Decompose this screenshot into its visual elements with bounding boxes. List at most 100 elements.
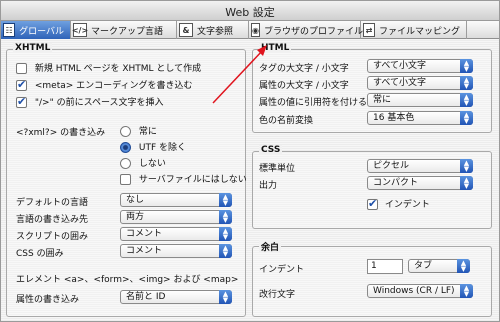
- write-meta-checkbox[interactable]: [16, 78, 27, 91]
- tab-browser-profile[interactable]: ◉ ブラウザのプロファイル: [249, 21, 363, 39]
- radio-except-utf-label: UTF を除く: [138, 143, 186, 153]
- select-arrows-icon: ▲ ▼: [460, 284, 473, 298]
- lang-dest-label: 言語の書き込み先: [16, 215, 89, 225]
- css-group-title: CSS: [259, 145, 283, 155]
- margin-indent-label: インデント: [259, 265, 305, 275]
- newline-select[interactable]: Windows (CR / LF) ▲ ▼: [367, 284, 473, 298]
- quote-select[interactable]: 常に ▲ ▼: [367, 93, 473, 107]
- tab-global[interactable]: ☷ グローバル: [1, 21, 71, 39]
- indent-type-value: タブ: [414, 261, 433, 271]
- color-name-value: 16 基本色: [373, 113, 415, 123]
- tab-markup[interactable]: </> マークアップ言語: [71, 21, 177, 39]
- select-arrows-icon: ▲ ▼: [460, 76, 473, 90]
- create-xhtml-label: 新規 HTML ページを XHTML として作成: [34, 64, 202, 74]
- unit-value: ピクセル: [373, 161, 410, 171]
- script-wrap-value: コメント: [126, 229, 163, 239]
- markup-icon: </>: [72, 23, 88, 37]
- tab-label: 文字参照: [197, 26, 234, 37]
- select-arrows-icon: ▲ ▼: [460, 111, 473, 125]
- select-arrows-icon: ▲ ▼: [219, 244, 232, 258]
- css-group: CSS 標準単位 ピクセル ▲▼ 出力 コンパクト ▲▼ インデント: [252, 145, 492, 229]
- css-indent-row[interactable]: インデント: [367, 197, 430, 210]
- css-wrap-value: コメント: [126, 246, 163, 256]
- tab-label: グローバル: [19, 26, 64, 37]
- select-arrows-icon: ▲ ▼: [460, 93, 473, 107]
- settings-window: Web 設定 ☷ グローバル </> マークアップ言語 & 文字参照 ◉ ブラウ…: [0, 0, 500, 322]
- create-xhtml-row[interactable]: 新規 HTML ページを XHTML として作成: [16, 61, 201, 74]
- css-wrap-select[interactable]: コメント ▲ ▼: [120, 244, 232, 258]
- css-indent-label: インデント: [384, 200, 430, 210]
- quote-value: 常に: [373, 95, 392, 105]
- window-title: Web 設定: [225, 6, 275, 19]
- unit-select[interactable]: ピクセル ▲ ▼: [367, 159, 473, 173]
- select-arrows-icon: ▲ ▼: [460, 159, 473, 173]
- css-indent-checkbox[interactable]: [367, 197, 378, 210]
- tab-file-mapping[interactable]: ⇄ ファイルマッピング: [361, 21, 467, 39]
- radio-always-label: 常に: [138, 127, 157, 137]
- tab-label: ファイルマッピング: [378, 26, 460, 37]
- html-group-title: HTML: [259, 43, 292, 53]
- quote-label: 属性の値に引用符を付ける: [259, 98, 368, 108]
- output-label: 出力: [259, 181, 278, 191]
- newline-label: 改行文字: [259, 290, 296, 300]
- tag-case-label: タグの大文字 / 小文字: [259, 64, 349, 74]
- lang-dest-select[interactable]: 両方 ▲ ▼: [120, 210, 232, 224]
- server-files-row[interactable]: サーバファイルにはしない: [120, 172, 247, 185]
- tag-case-select[interactable]: すべて小文字 ▲ ▼: [367, 59, 473, 73]
- html-group: HTML タグの大文字 / 小文字 すべて小文字 ▲ ▼ 属性の大文字 / 小文字…: [252, 43, 492, 133]
- attr-write-label: 属性の書き込み: [16, 295, 80, 305]
- radio-never-row[interactable]: しない: [120, 156, 166, 169]
- tab-bar: ☷ グローバル </> マークアップ言語 & 文字参照 ◉ ブラウザのプロファイ…: [1, 21, 499, 39]
- xhtml-group-title: XHTML: [13, 43, 53, 53]
- attr-write-value: 名前と ID: [126, 292, 166, 302]
- margin-group-title: 余白: [259, 240, 282, 253]
- output-value: コンパクト: [373, 178, 419, 188]
- attr-case-select[interactable]: すべて小文字 ▲ ▼: [367, 76, 473, 90]
- select-arrows-icon: ▲ ▼: [219, 227, 232, 241]
- select-arrows-icon: ▲ ▼: [460, 176, 473, 190]
- script-wrap-select[interactable]: コメント ▲ ▼: [120, 227, 232, 241]
- radio-always[interactable]: [120, 126, 131, 137]
- file-mapping-icon: ⇄: [363, 23, 375, 37]
- default-lang-label: デフォルトの言語: [16, 198, 89, 208]
- create-xhtml-checkbox[interactable]: [16, 63, 27, 74]
- color-name-label: 色の名前変換: [259, 116, 314, 126]
- write-meta-label: <meta> エンコーディングを書き込む: [34, 81, 193, 91]
- tab-char-ref[interactable]: & 文字参照: [177, 21, 249, 39]
- margin-group: 余白 インデント 1 タブ ▲ ▼ 改行文字 Windows (CR / LF) …: [252, 240, 492, 317]
- select-arrows-icon: ▲ ▼: [460, 59, 473, 73]
- write-meta-row[interactable]: <meta> エンコーディングを書き込む: [16, 78, 193, 91]
- xhtml-group: XHTML 新規 HTML ページを XHTML として作成 <meta> エン…: [6, 43, 247, 317]
- attr-case-label: 属性の大文字 / 小文字: [259, 81, 349, 91]
- default-lang-select[interactable]: なし ▲ ▼: [120, 193, 232, 207]
- title-bar: Web 設定: [1, 1, 499, 21]
- radio-except-utf-row[interactable]: UTF を除く: [120, 140, 186, 153]
- select-arrows-icon: ▲ ▼: [219, 290, 232, 304]
- lang-dest-value: 両方: [126, 212, 145, 222]
- select-arrows-icon: ▲ ▼: [219, 210, 232, 224]
- radio-except-utf[interactable]: [120, 142, 131, 153]
- tag-case-value: すべて小文字: [373, 61, 427, 71]
- attr-write-select[interactable]: 名前と ID ▲ ▼: [120, 290, 232, 304]
- xml-write-label: <?xml?> の書き込み: [16, 128, 106, 138]
- server-files-checkbox[interactable]: [120, 174, 131, 185]
- newline-value: Windows (CR / LF): [373, 286, 455, 296]
- space-before-label: "/>" の前にスペース文字を挿入: [34, 98, 164, 108]
- tab-label: マークアップ言語: [91, 26, 164, 37]
- radio-never[interactable]: [120, 158, 131, 169]
- browser-profile-icon: ◉: [251, 23, 260, 37]
- space-before-row[interactable]: "/>" の前にスペース文字を挿入: [16, 95, 164, 108]
- server-files-label: サーバファイルにはしない: [138, 175, 247, 185]
- tab-label: ブラウザのプロファイル: [263, 26, 363, 37]
- select-arrows-icon: ▲ ▼: [457, 259, 470, 273]
- space-before-checkbox[interactable]: [16, 95, 27, 108]
- radio-never-label: しない: [138, 159, 166, 169]
- elements-label: エレメント <a>、<form>、<img> および <map>: [16, 275, 239, 285]
- attr-case-value: すべて小文字: [373, 78, 427, 88]
- color-name-select[interactable]: 16 基本色 ▲ ▼: [367, 111, 473, 125]
- output-select[interactable]: コンパクト ▲ ▼: [367, 176, 473, 190]
- indent-amount-input[interactable]: 1: [367, 259, 403, 274]
- radio-always-row[interactable]: 常に: [120, 124, 157, 137]
- script-wrap-label: スクリプトの囲み: [16, 232, 89, 242]
- indent-type-select[interactable]: タブ ▲ ▼: [408, 259, 470, 273]
